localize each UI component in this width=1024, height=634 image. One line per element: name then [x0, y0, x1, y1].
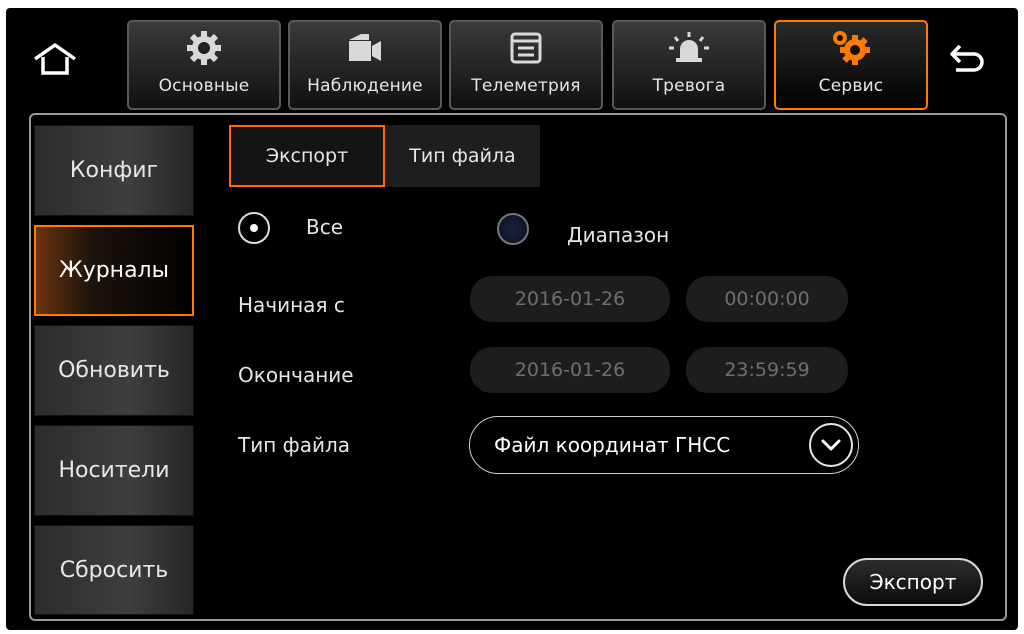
home-button[interactable]: [20, 20, 90, 100]
screen: Основные Наблюдение Телеметрия Тревога С…: [0, 0, 1024, 634]
radio-all[interactable]: [238, 212, 270, 244]
sidebar-item-label: Сбросить: [59, 557, 169, 583]
radio-all-label: Все: [306, 215, 344, 239]
sidebar-item-config[interactable]: Конфиг: [34, 125, 194, 216]
chevron-down-icon: [821, 439, 841, 451]
end-time-field: 23:59:59: [686, 347, 848, 393]
tab-label: Сервис: [818, 76, 884, 96]
start-date-value: 2016-01-26: [514, 288, 626, 310]
end-time-value: 23:59:59: [724, 359, 810, 381]
back-button[interactable]: [934, 20, 1004, 100]
gear-icon: [187, 31, 221, 65]
tab-general[interactable]: Основные: [127, 20, 281, 110]
tab-label: Тревога: [652, 76, 726, 96]
subtab-label: Экспорт: [265, 145, 349, 167]
subtab-file-type[interactable]: Тип файла: [385, 125, 540, 187]
home-icon: [33, 43, 77, 75]
sidebar-item-label: Журналы: [59, 258, 169, 283]
alarm-icon: [669, 32, 709, 62]
tab-service[interactable]: Сервис: [774, 20, 928, 110]
sidebar-item-label: Обновить: [58, 358, 170, 383]
subtab-export[interactable]: Экспорт: [229, 125, 385, 187]
start-label: Начиная с: [238, 293, 345, 317]
tab-label: Наблюдение: [307, 76, 423, 96]
sidebar-item-logs[interactable]: Журналы: [34, 225, 194, 316]
tab-alarm[interactable]: Тревога: [612, 20, 766, 110]
subtab-label: Тип файла: [409, 145, 516, 167]
window-icon: [510, 32, 542, 64]
camera-icon: [349, 34, 381, 61]
export-button-label: Экспорт: [869, 570, 957, 594]
tab-monitoring[interactable]: Наблюдение: [288, 20, 442, 110]
sidebar-item-reset[interactable]: Сбросить: [34, 525, 194, 615]
tab-telemetry[interactable]: Телеметрия: [449, 20, 603, 110]
export-button[interactable]: Экспорт: [843, 558, 983, 606]
tab-label: Основные: [158, 76, 250, 96]
start-date-field: 2016-01-26: [470, 276, 670, 322]
sidebar-item-update[interactable]: Обновить: [34, 325, 194, 416]
end-date-value: 2016-01-26: [514, 359, 626, 381]
radio-range[interactable]: [497, 213, 529, 245]
file-type-select[interactable]: Файл координат ГНСС: [469, 416, 859, 474]
dropdown-button[interactable]: [809, 423, 853, 467]
end-label: Окончание: [238, 363, 354, 387]
file-type-value: Файл координат ГНСС: [494, 433, 731, 457]
start-time-value: 00:00:00: [724, 288, 810, 310]
tab-label: Телеметрия: [471, 76, 581, 96]
radio-range-label: Диапазон: [567, 223, 670, 247]
sidebar-item-label: Конфиг: [69, 158, 159, 183]
sidebar-item-storage[interactable]: Носители: [34, 425, 194, 516]
end-date-field: 2016-01-26: [470, 347, 670, 393]
sidebar-item-label: Носители: [58, 458, 170, 483]
gears-icon: [833, 31, 870, 65]
back-arrow-icon: [950, 44, 984, 72]
start-time-field: 00:00:00: [686, 276, 848, 322]
file-type-label: Тип файла: [238, 433, 351, 457]
